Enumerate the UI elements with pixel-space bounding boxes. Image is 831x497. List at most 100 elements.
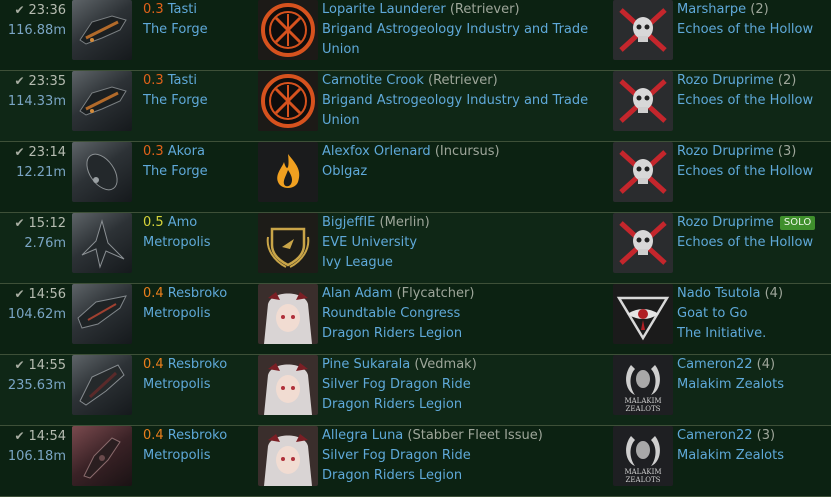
final-blow-pilot-link[interactable]: Marsharpe <box>677 2 746 17</box>
eve-university-logo-icon[interactable] <box>258 213 318 273</box>
anime-avatar-logo-icon[interactable] <box>258 284 318 344</box>
anime-avatar-logo-icon[interactable] <box>258 426 318 486</box>
victim-alliance-link[interactable]: Ivy League <box>322 253 604 273</box>
system-link[interactable]: Amo <box>168 215 198 230</box>
echoes-skull-logo-icon[interactable] <box>613 71 673 131</box>
attacker-count: (3) <box>756 428 776 443</box>
checkmark-icon: ✔ <box>14 145 25 159</box>
final-blow-corp-link[interactable]: Goat to Go <box>677 304 827 324</box>
victim-cell: Alexfox Orlenard (Incursus) Oblgaz <box>322 142 604 182</box>
final-blow-pilot-link[interactable]: Rozo Druprime <box>677 215 774 230</box>
system-link[interactable]: Tasti <box>168 73 197 88</box>
victim-corp-link[interactable]: Brigand Astrogeology Industry and Trade … <box>322 20 604 60</box>
system-link[interactable]: Resbroko <box>168 428 228 443</box>
kill-time: 23:35 <box>28 74 66 89</box>
isk-value: 104.62m <box>7 307 66 322</box>
logo-text: ZEALOTS <box>626 476 661 484</box>
kill-row[interactable]: ✔ 23:36 116.88m 0.3 Tasti The Forge Lopari… <box>0 0 831 71</box>
final-blow-corp-link[interactable]: Echoes of the Hollow <box>677 20 827 40</box>
ship-icon[interactable] <box>72 71 132 131</box>
kill-row[interactable]: ✔ 15:12 2.76m 0.5 Amo Metropolis BigjeffIE… <box>0 213 831 284</box>
victim-pilot-link[interactable]: BigjeffIE <box>322 215 375 230</box>
final-blow-corp-link[interactable]: Echoes of the Hollow <box>677 233 827 253</box>
victim-corp-link[interactable]: Roundtable Congress <box>322 304 604 324</box>
final-blow-pilot-link[interactable]: Cameron22 <box>677 357 753 372</box>
kill-row[interactable]: ✔ 14:54 106.18m 0.4 Resbroko Metropolis Al… <box>0 426 831 497</box>
final-blow-pilot-link[interactable]: Cameron22 <box>677 428 753 443</box>
killboard-list: ✔ 23:36 116.88m 0.3 Tasti The Forge Lopari… <box>0 0 831 497</box>
final-blow-corp-link[interactable]: Malakim Zealots <box>677 375 827 395</box>
system-link[interactable]: Resbroko <box>168 357 228 372</box>
ship-icon[interactable] <box>72 284 132 344</box>
victim-pilot-link[interactable]: Alan Adam <box>322 286 392 301</box>
final-blow-alliance-link[interactable]: The Initiative. <box>677 324 827 344</box>
echoes-skull-logo-icon[interactable] <box>613 142 673 202</box>
final-blow-cell: Rozo Druprime (3) Echoes of the Hollow <box>677 142 827 182</box>
kill-row[interactable]: ✔ 23:35 114.33m 0.3 Tasti The Forge Carnot… <box>0 71 831 142</box>
initiative-logo-icon[interactable] <box>613 284 673 344</box>
victim-pilot-link[interactable]: Carnotite Crook <box>322 73 424 88</box>
final-blow-corp-link[interactable]: Echoes of the Hollow <box>677 162 827 182</box>
region-link[interactable]: Metropolis <box>143 304 253 324</box>
victim-alliance-link[interactable]: Dragon Riders Legion <box>322 395 604 415</box>
time-cell: ✔ 14:54 106.18m <box>4 426 66 467</box>
system-link[interactable]: Akora <box>168 144 205 159</box>
victim-pilot-link[interactable]: Allegra Luna <box>322 428 403 443</box>
victim-corp-link[interactable]: Brigand Astrogeology Industry and Trade … <box>322 91 604 131</box>
malakim-zealots-logo-icon[interactable]: MALAKIM ZEALOTS <box>613 355 673 415</box>
final-blow-pilot-link[interactable]: Rozo Druprime <box>677 144 774 159</box>
system-link[interactable]: Resbroko <box>168 286 228 301</box>
region-link[interactable]: The Forge <box>143 20 253 40</box>
system-cell: 0.3 Tasti The Forge <box>143 0 253 40</box>
final-blow-pilot-link[interactable]: Nado Tsutola <box>677 286 760 301</box>
region-link[interactable]: The Forge <box>143 162 253 182</box>
kill-row[interactable]: ✔ 14:56 104.62m 0.4 Resbroko Metropolis Al… <box>0 284 831 355</box>
security-status: 0.3 <box>143 144 164 159</box>
kill-time: 15:12 <box>28 216 66 231</box>
victim-alliance-link[interactable]: Dragon Riders Legion <box>322 324 604 344</box>
ship-icon[interactable] <box>72 355 132 415</box>
ship-icon[interactable] <box>72 0 132 60</box>
victim-pilot-link[interactable]: Loparite Launderer <box>322 2 446 17</box>
brigand-logo-icon[interactable] <box>258 0 318 60</box>
ship-icon[interactable] <box>72 213 132 273</box>
malakim-zealots-logo-icon[interactable]: MALAKIM ZEALOTS <box>613 426 673 486</box>
security-status: 0.4 <box>143 428 164 443</box>
victim-pilot-link[interactable]: Pine Sukarala <box>322 357 410 372</box>
security-status: 0.5 <box>143 215 164 230</box>
final-blow-corp-link[interactable]: Malakim Zealots <box>677 446 827 466</box>
region-link[interactable]: The Forge <box>143 91 253 111</box>
kill-row[interactable]: ✔ 14:55 235.63m 0.4 Resbroko Metropolis Pi… <box>0 355 831 426</box>
victim-cell: BigjeffIE (Merlin) EVE University Ivy Le… <box>322 213 604 273</box>
security-status: 0.3 <box>143 2 164 17</box>
victim-ship: (Vedmak) <box>414 357 477 372</box>
victim-corp-link[interactable]: Oblgaz <box>322 162 604 182</box>
victim-cell: Allegra Luna (Stabber Fleet Issue) Silve… <box>322 426 604 486</box>
final-blow-pilot-link[interactable]: Rozo Druprime <box>677 73 774 88</box>
final-blow-corp-link[interactable]: Echoes of the Hollow <box>677 91 827 111</box>
region-link[interactable]: Metropolis <box>143 446 253 466</box>
region-link[interactable]: Metropolis <box>143 375 253 395</box>
victim-ship: (Merlin) <box>379 215 430 230</box>
brigand-logo-icon[interactable] <box>258 71 318 131</box>
isk-value: 116.88m <box>7 23 66 38</box>
region-link[interactable]: Metropolis <box>143 233 253 253</box>
ship-icon[interactable] <box>72 142 132 202</box>
kill-row[interactable]: ✔ 23:14 12.21m 0.3 Akora The Forge Alexfox… <box>0 142 831 213</box>
ship-icon[interactable] <box>72 426 132 486</box>
victim-corp-link[interactable]: Silver Fog Dragon Ride <box>322 446 604 466</box>
victim-pilot-link[interactable]: Alexfox Orlenard <box>322 144 431 159</box>
system-link[interactable]: Tasti <box>168 2 197 17</box>
anime-avatar-logo-icon[interactable] <box>258 355 318 415</box>
checkmark-icon: ✔ <box>14 74 25 88</box>
flame-logo-icon[interactable] <box>258 142 318 202</box>
victim-corp-link[interactable]: Silver Fog Dragon Ride <box>322 375 604 395</box>
victim-corp-link[interactable]: EVE University <box>322 233 604 253</box>
isk-value: 114.33m <box>7 94 66 109</box>
echoes-skull-logo-icon[interactable] <box>613 0 673 60</box>
victim-alliance-link[interactable]: Dragon Riders Legion <box>322 466 604 486</box>
kill-time: 23:36 <box>28 3 66 18</box>
system-cell: 0.4 Resbroko Metropolis <box>143 284 253 324</box>
checkmark-icon: ✔ <box>14 429 25 443</box>
echoes-skull-logo-icon[interactable] <box>613 213 673 273</box>
